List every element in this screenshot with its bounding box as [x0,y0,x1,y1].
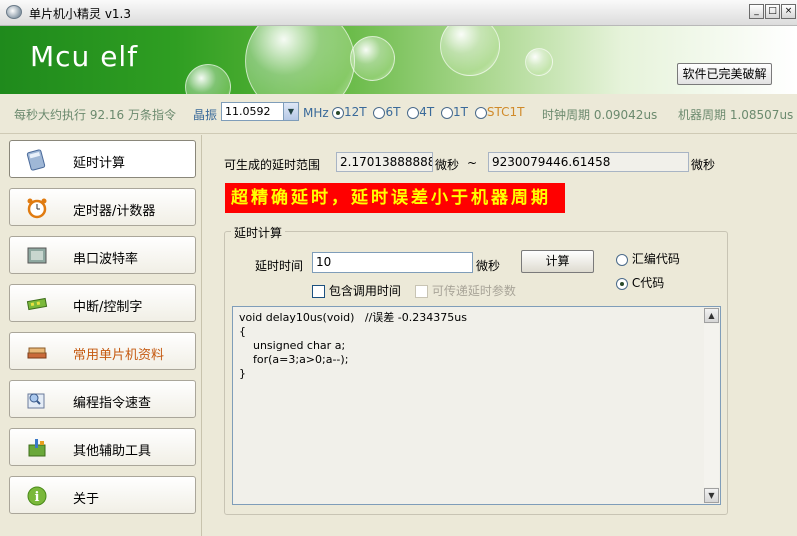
sidebar-item-delay[interactable]: 延时计算 [9,140,196,178]
sidebar-item-label: 常用单片机资料 [73,348,165,363]
bubble-decoration [185,64,231,94]
range-min-unit: 微秒 [435,158,460,172]
pass-param-option: 可传递延时参数 [415,282,516,299]
range-label: 可生成的延时范围 [224,158,321,172]
title-bar[interactable]: 单片机小精灵 v1.3 _ □ × [0,0,797,26]
tools-icon [28,439,46,457]
scroll-down-button[interactable]: ▼ [704,488,719,503]
close-button[interactable]: × [781,4,796,19]
sidebar-item-tools[interactable]: 其他辅助工具 [9,428,196,466]
pass-param-label: 可传递延时参数 [431,284,516,298]
code-text[interactable]: void delay10us(void) //误差 -0.234375us { … [239,311,467,381]
delay-input[interactable]: 10 [312,252,473,273]
radio-asm[interactable] [616,253,628,266]
code-output[interactable]: void delay10us(void) //误差 -0.234375us { … [232,306,721,505]
banner: Mcu elf 软件已完美破解 [0,26,797,94]
crystal-unit: MHz [303,106,329,120]
group-title: 延时计算 [231,224,286,241]
bubble-decoration [440,26,500,76]
sidebar-item-label: 关于 [73,492,100,507]
radio-4t-label[interactable]: 4T [419,105,434,119]
sidebar-item-datasheets[interactable]: 常用单片机资料 [9,332,196,370]
monitor-icon [27,247,47,264]
app-icon [6,5,22,19]
sidebar-item-label: 串口波特率 [73,252,139,267]
radio-c[interactable] [616,277,628,290]
include-call-time-option[interactable]: 包含调用时间 [312,282,401,299]
maximize-button[interactable]: □ [765,4,780,19]
books-icon [27,347,47,359]
range-max-unit: 微秒 [691,158,716,172]
delay-label: 延时时间 [255,259,304,273]
sidebar-item-label: 中断/控制字 [73,300,143,315]
asm-code-option[interactable]: 汇编代码 [616,250,680,267]
chip-icon [26,297,48,311]
sidebar-item-label: 定时器/计数器 [73,204,156,219]
scroll-up-button[interactable]: ▲ [704,308,719,323]
radio-c-label[interactable]: C代码 [632,276,664,290]
scrollbar-track[interactable] [704,324,719,487]
bubble-decoration [350,36,395,81]
sidebar: 延时计算 定时器/计数器 串口波特率 中断/控制字 常用单片机资料 编程指令速查… [0,135,202,536]
sidebar-item-about[interactable]: i 关于 [9,476,196,514]
radio-12t[interactable] [332,106,344,119]
bubble-decoration [245,26,355,94]
radio-1t-label[interactable]: 1T [453,105,468,119]
bubble-decoration [525,48,553,76]
alarm-clock-icon [27,198,47,219]
sidebar-item-label: 延时计算 [73,156,126,171]
pass-param-checkbox [415,285,428,298]
cracked-button[interactable]: 软件已完美破解 [677,63,772,85]
include-call-checkbox[interactable] [312,285,325,298]
range-separator: ~ [467,156,478,170]
radio-12t-label[interactable]: 12T [344,105,367,119]
sidebar-item-interrupt[interactable]: 中断/控制字 [9,284,196,322]
range-min-field[interactable]: 2.170138888888 [336,152,433,172]
machine-period: 机器周期 1.08507us [678,108,794,122]
chevron-down-icon[interactable]: ▼ [283,103,298,120]
range-max-field[interactable]: 9230079446.61458 [488,152,689,172]
clock-period: 时钟周期 0.09042us [542,108,658,122]
app-logo: Mcu elf [30,40,139,73]
sidebar-item-timer[interactable]: 定时器/计数器 [9,188,196,226]
crystal-label: 晶振 [193,108,218,122]
sidebar-item-baud[interactable]: 串口波特率 [9,236,196,274]
sidebar-item-label: 其他辅助工具 [73,444,152,459]
info-icon: i [27,486,47,506]
delay-unit: 微秒 [476,259,501,273]
radio-6t-label[interactable]: 6T [385,105,400,119]
window-title: 单片机小精灵 v1.3 [29,7,132,21]
radio-asm-label[interactable]: 汇编代码 [632,252,680,266]
crystal-value: 11.0592 [225,105,271,118]
calculator-icon [26,149,46,171]
crystal-select[interactable]: 11.0592 ▼ [221,102,299,121]
radio-stc1t-label[interactable]: STC1T [487,105,525,119]
radio-6t[interactable] [373,106,386,119]
include-call-label[interactable]: 包含调用时间 [329,284,401,298]
calculate-button[interactable]: 计算 [521,250,594,273]
search-doc-icon [27,393,45,409]
sidebar-item-instructions[interactable]: 编程指令速查 [9,380,196,418]
radio-stc1t[interactable] [474,106,487,119]
c-code-option[interactable]: C代码 [616,274,664,291]
sidebar-item-label: 编程指令速查 [73,396,152,411]
radio-4t[interactable] [407,106,420,119]
svg-text:i: i [35,490,40,505]
minimize-button[interactable]: _ [749,4,764,19]
mode-radio-group: 12T 6T 4T 1T STC1T [332,105,524,119]
precision-warning-banner: 超精确延时，延时误差小于机器周期 [225,183,565,213]
radio-1t[interactable] [441,106,454,119]
instructions-per-second: 每秒大约执行 92.16 万条指令 [14,108,176,122]
